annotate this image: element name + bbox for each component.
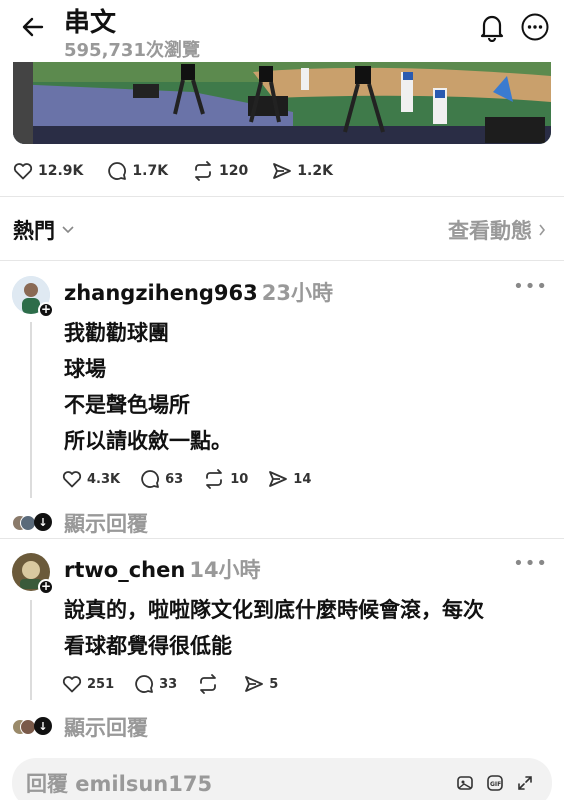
comment-text-line: 球場 (64, 357, 106, 381)
repost-icon (195, 161, 211, 181)
reply-count: 63 (165, 471, 184, 487)
share-stat[interactable]: 5 (244, 675, 278, 693)
arrow-down-icon: ↓ (34, 513, 52, 531)
thread-line (30, 600, 32, 700)
send-icon (273, 163, 292, 179)
show-replies-button[interactable]: ↓ 顯示回覆 (12, 508, 148, 538)
comment-text-line: 看球都覺得很低能 (64, 634, 232, 658)
repost-stat[interactable] (197, 674, 224, 694)
comment-text-line: 說真的，啦啦隊文化到底什麼時候會滾，每次 (64, 598, 484, 622)
share-stat[interactable]: 1.2K (272, 162, 333, 180)
heart-icon (13, 163, 33, 180)
reply-stat[interactable]: 33 (134, 674, 177, 694)
repost-count: 120 (219, 163, 249, 179)
repost-count: 10 (230, 471, 249, 487)
chevron-down-icon (62, 226, 74, 234)
share-count: 5 (269, 676, 279, 692)
gif-icon[interactable]: GIF (486, 774, 504, 792)
like-stat[interactable]: 4.3K (62, 470, 120, 488)
comment-icon (141, 470, 160, 488)
bell-icon[interactable] (478, 12, 506, 43)
comment-stat[interactable]: 1.7K (107, 161, 168, 181)
reply-input-bar[interactable]: 回覆 emilsun175 GIF (12, 758, 552, 800)
comment-more-icon[interactable]: ••• (513, 276, 548, 297)
thread-line (30, 322, 32, 498)
reply-avatars: ↓ (12, 512, 58, 534)
like-count: 251 (87, 676, 115, 692)
back-arrow-icon[interactable] (18, 12, 48, 42)
comment-text-line: 所以請收斂一點。 (64, 429, 232, 453)
heart-icon (62, 471, 82, 488)
comment-username[interactable]: rtwo_chen 14小時 (64, 554, 261, 584)
avatar[interactable]: + (12, 553, 54, 595)
comment-more-icon[interactable]: ••• (513, 553, 548, 574)
divider (0, 260, 564, 261)
reply-placeholder[interactable]: 回覆 emilsun175 (26, 768, 212, 798)
divider (0, 196, 564, 197)
repost-icon (200, 674, 217, 694)
comment-stats-row: 4.3K 63 10 14 (62, 469, 331, 489)
post-image[interactable] (13, 62, 551, 144)
heart-icon (62, 676, 82, 693)
post-stats-row: 12.9K 1.7K 120 1.2K (13, 158, 357, 184)
like-count: 4.3K (87, 471, 121, 487)
comment-icon (135, 675, 154, 693)
expand-icon[interactable] (516, 774, 534, 792)
repost-stat[interactable]: 120 (192, 161, 248, 181)
view-count: 595,731次瀏覽 (64, 40, 200, 61)
show-replies-label: 顯示回覆 (64, 716, 148, 740)
follow-plus-icon[interactable]: + (38, 302, 54, 318)
sort-dropdown[interactable]: 熱門 (13, 215, 75, 245)
like-stat[interactable]: 12.9K (13, 162, 83, 180)
svg-text:GIF: GIF (490, 781, 501, 788)
header-bar: 串文 595,731次瀏覽 (0, 0, 564, 62)
username-text[interactable]: rtwo_chen (64, 558, 185, 582)
comment-count: 1.7K (132, 163, 169, 179)
activity-label: 查看動態 (448, 219, 532, 243)
like-count: 12.9K (38, 163, 84, 179)
username-text[interactable]: zhangziheng963 (64, 281, 258, 305)
reply-count: 33 (159, 676, 178, 692)
avatar[interactable]: + (12, 276, 54, 318)
show-replies-button[interactable]: ↓ 顯示回覆 (12, 712, 148, 742)
comment-text-line: 我勸勸球團 (64, 321, 169, 345)
share-count: 1.2K (297, 163, 333, 179)
comment-icon (108, 162, 127, 180)
follow-plus-icon[interactable]: + (38, 579, 54, 595)
comment-text-line: 不是聲色場所 (64, 393, 190, 417)
image-icon[interactable] (456, 774, 474, 792)
comment-username[interactable]: zhangziheng963 23小時 (64, 277, 333, 307)
arrow-down-icon: ↓ (34, 717, 52, 735)
comment-time: 23小時 (261, 281, 333, 305)
more-options-icon[interactable] (520, 12, 550, 42)
view-activity-link[interactable]: 查看動態 (448, 215, 546, 245)
divider (0, 538, 564, 539)
repost-icon (206, 469, 223, 489)
comment-time: 14小時 (189, 558, 261, 582)
reply-avatars: ↓ (12, 716, 58, 738)
comment-stats-row: 251 33 5 (62, 674, 298, 694)
sort-label: 熱門 (13, 219, 55, 243)
share-count: 14 (293, 471, 312, 487)
send-icon (269, 471, 288, 487)
repost-stat[interactable]: 10 (203, 469, 248, 489)
like-stat[interactable]: 251 (62, 675, 114, 693)
show-replies-label: 顯示回覆 (64, 512, 148, 536)
reply-stat[interactable]: 63 (140, 469, 183, 489)
send-icon (245, 676, 264, 692)
chevron-right-icon (539, 224, 546, 236)
share-stat[interactable]: 14 (268, 470, 311, 488)
page-title: 串文 (64, 8, 117, 38)
